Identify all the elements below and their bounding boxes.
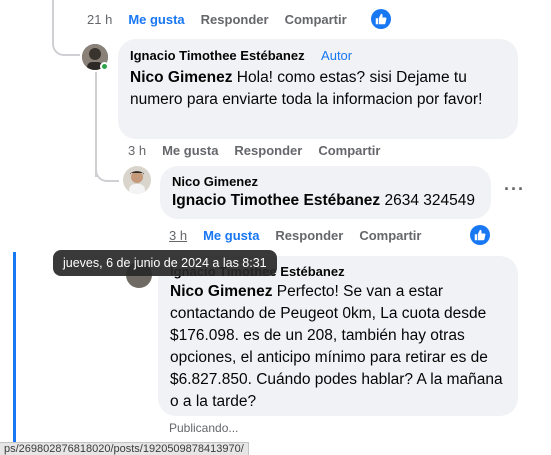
thread-line-highlight (13, 252, 16, 442)
share-button[interactable]: Compartir (285, 12, 347, 27)
comment-actions: 3 h Me gusta Responder Compartir (128, 143, 396, 158)
author-badge: Autor (321, 48, 353, 63)
mention-link[interactable]: Nico Gimenez (170, 283, 273, 300)
comment-bubble: Nico Gimenez Ignacio Timothee Estébanez … (160, 166, 491, 219)
share-button[interactable]: Compartir (318, 143, 380, 158)
comment-author[interactable]: Ignacio Timothee Estébanez (130, 48, 305, 63)
comment-text: Ignacio Timothee Estébanez 2634 324549 (172, 192, 475, 209)
comment-time[interactable]: 3 h (128, 143, 146, 158)
comment-bubble: Ignacio Timothee Estébanez Autor Nico Gi… (118, 39, 518, 139)
like-button[interactable]: Me gusta (128, 12, 184, 27)
like-button[interactable]: Me gusta (203, 228, 259, 243)
link-status-bar: ps/269802876818020/posts/192050987841397… (0, 442, 249, 455)
reply-button[interactable]: Responder (234, 143, 302, 158)
thread-connector-2 (95, 160, 119, 182)
top-comment-actions: 21 h Me gusta Responder Compartir (87, 12, 363, 27)
more-options-icon[interactable]: ··· (504, 179, 525, 200)
thumbs-up-icon[interactable] (470, 225, 490, 245)
comment-author[interactable]: Nico Gimenez (172, 174, 479, 189)
comment-text: Nico Gimenez Hola! como estas? sisi Deja… (130, 69, 483, 108)
comment-time[interactable]: 21 h (87, 12, 112, 27)
comment-text: Nico Gimenez Perfecto! Se van a estar co… (170, 283, 503, 410)
reply-button[interactable]: Responder (201, 12, 269, 27)
comment-time[interactable]: 3 h (169, 228, 187, 243)
timestamp-tooltip: jueves, 6 de junio de 2024 a las 8:31 (53, 250, 277, 276)
mention-link[interactable]: Ignacio Timothee Estébanez (172, 192, 380, 209)
share-button[interactable]: Compartir (359, 228, 421, 243)
online-status-icon (100, 62, 109, 71)
comment-bubble: Ignacio Timothee Estébanez Nico Gimenez … (158, 256, 518, 416)
like-button[interactable]: Me gusta (162, 143, 218, 158)
mention-link[interactable]: Nico Gimenez (130, 69, 233, 86)
thumbs-up-icon[interactable] (371, 9, 391, 29)
publishing-status: Publicando... (169, 421, 239, 435)
reply-button[interactable]: Responder (275, 228, 343, 243)
comment-actions: 3 h Me gusta Responder Compartir (169, 228, 437, 243)
avatar[interactable] (123, 166, 151, 194)
thread-connector-1 (52, 30, 80, 56)
